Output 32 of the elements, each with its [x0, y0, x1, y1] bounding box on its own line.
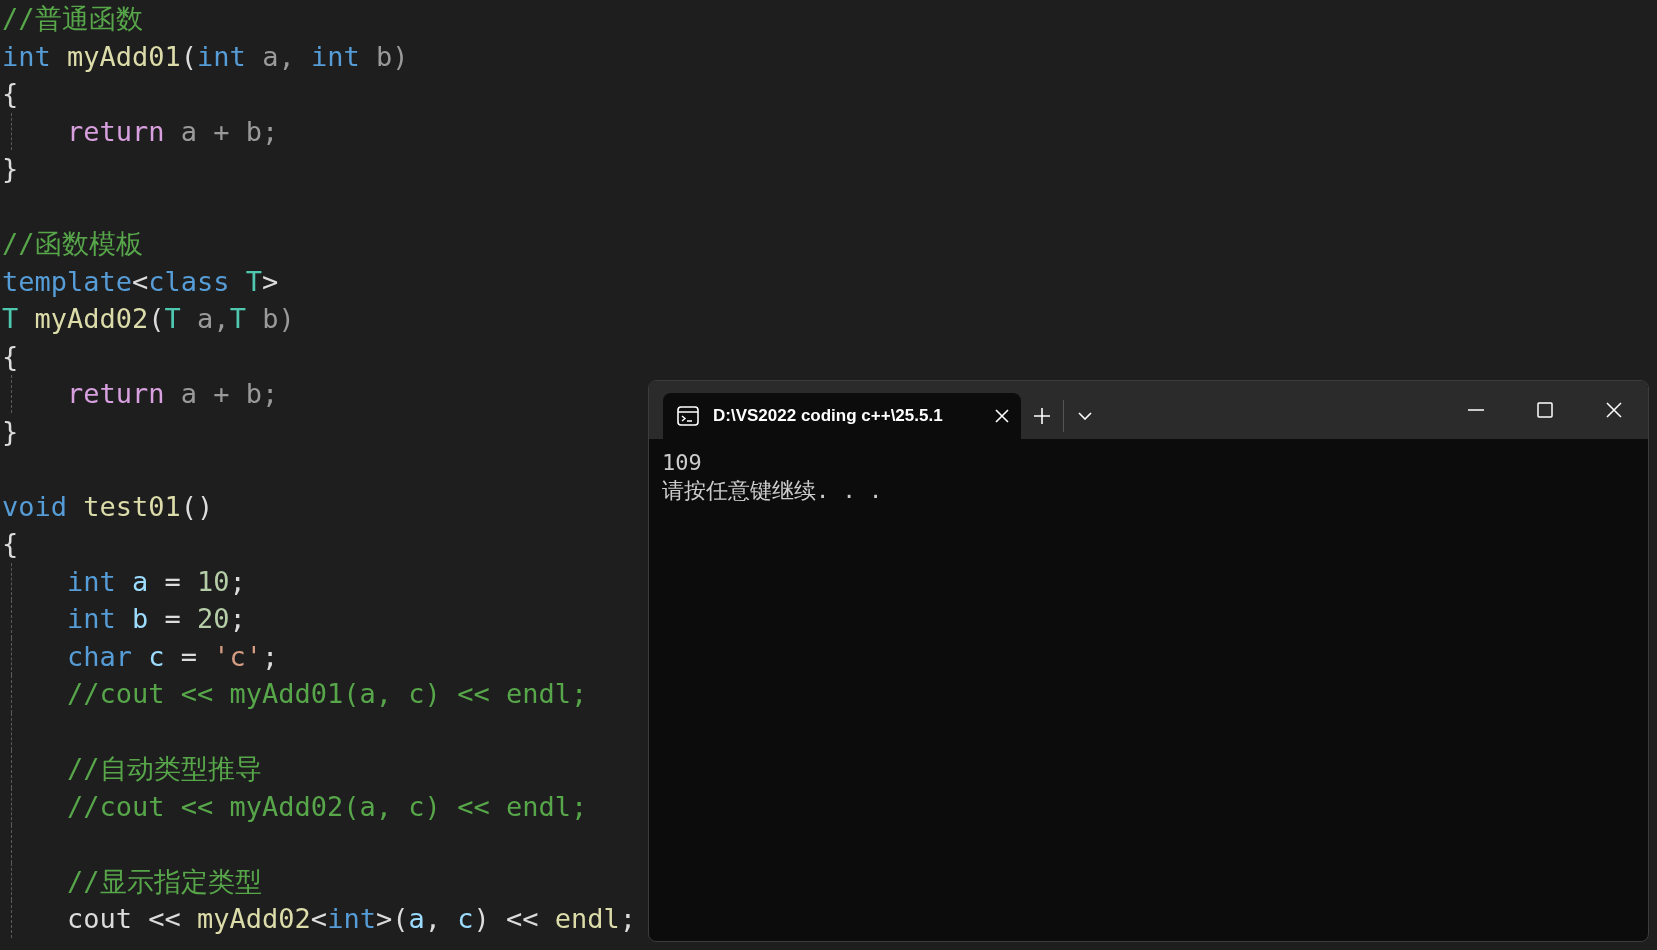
- code-line: return a + b;: [67, 378, 279, 409]
- code-comment: //自动类型推导: [67, 753, 262, 784]
- minimize-icon[interactable]: [1467, 409, 1484, 411]
- window-close-icon[interactable]: [1605, 402, 1622, 418]
- code-comment: //cout << myAdd01(a, c) << endl;: [67, 678, 588, 709]
- code-comment: //普通函数: [2, 3, 143, 34]
- code-line: int b = 20;: [67, 603, 246, 634]
- code-line: char c = 'c';: [67, 640, 279, 672]
- code-line: {: [2, 528, 19, 559]
- chevron-down-icon[interactable]: [1078, 412, 1092, 420]
- code-line: int a = 10;: [67, 565, 246, 597]
- code-line: cout << myAdd02<int>(a, c) << endl;: [67, 903, 637, 934]
- code-line: T myAdd02(T a,T b): [2, 303, 295, 334]
- code-line: {: [2, 340, 19, 372]
- code-line: int myAdd01(int a, int b): [2, 40, 409, 72]
- code-line: template<class T>: [2, 265, 279, 297]
- code-line: {: [2, 78, 19, 109]
- console-output: 109: [662, 449, 703, 477]
- code-line: }: [2, 153, 19, 184]
- plus-icon[interactable]: [1033, 407, 1051, 425]
- maximize-icon[interactable]: [1536, 402, 1553, 418]
- code-comment: //函数模板: [2, 228, 143, 259]
- close-icon[interactable]: [995, 409, 1009, 423]
- terminal-icon: [677, 406, 699, 426]
- console-output: 请按任意键继续. . .: [662, 477, 884, 505]
- terminal-tab[interactable]: D:\VS2022 coding c++\25.5.1: [663, 393, 1021, 439]
- code-comment: //显示指定类型: [67, 865, 262, 897]
- code-line: return a + b;: [67, 115, 279, 147]
- code-line: void test01(): [2, 490, 214, 522]
- code-comment: //cout << myAdd02(a, c) << endl;: [67, 790, 588, 822]
- code-line: }: [2, 415, 19, 447]
- tab-title: D:\VS2022 coding c++\25.5.1: [713, 406, 944, 426]
